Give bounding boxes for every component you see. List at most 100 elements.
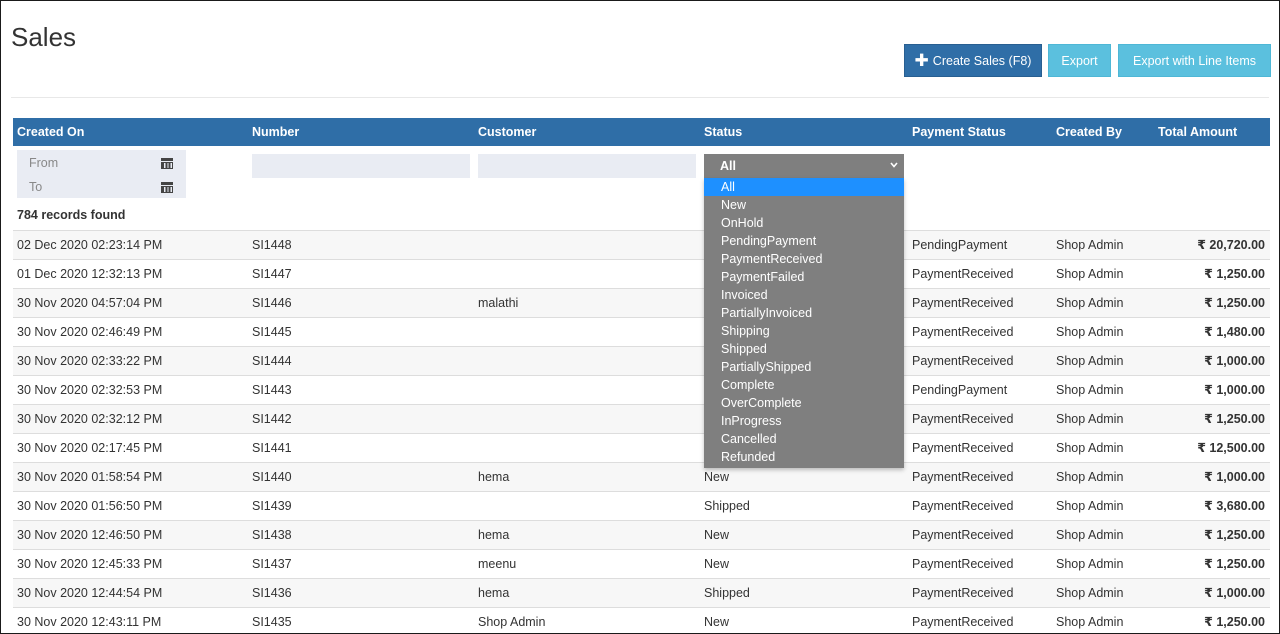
table-row[interactable]: 30 Nov 2020 02:17:45 PM SI1441 PaymentRece… — [13, 433, 1270, 462]
status-filter-select[interactable]: All — [704, 154, 904, 178]
cell-created-on: 30 Nov 2020 02:32:12 PM — [17, 412, 163, 426]
cell-number: SI1440 — [252, 470, 292, 484]
calendar-icon[interactable] — [161, 157, 173, 169]
cell-payment-status: PendingPayment — [912, 383, 1008, 397]
table-row[interactable]: 30 Nov 2020 02:32:12 PM SI1442 PaymentRece… — [13, 404, 1270, 433]
status-dropdown-list: All New OnHold PendingPayment PaymentReceive… — [704, 178, 904, 468]
cell-created-by: Shop Admin — [1056, 296, 1124, 310]
column-customer[interactable]: Customer — [478, 118, 536, 146]
from-date-input[interactable]: From — [29, 156, 58, 170]
cell-total-amount: ₹ 1,000.00 — [1204, 586, 1265, 600]
cell-number: SI1438 — [252, 528, 292, 542]
cell-total-amount: ₹ 1,000.00 — [1204, 354, 1265, 368]
column-number[interactable]: Number — [252, 118, 299, 146]
table-row[interactable]: 30 Nov 2020 02:46:49 PM SI1445 PaymentRece… — [13, 317, 1270, 346]
table-row[interactable]: 30 Nov 2020 12:46:50 PM SI1438 hema New Paym… — [13, 520, 1270, 549]
cell-created-on: 30 Nov 2020 01:56:50 PM — [17, 499, 163, 513]
cell-created-by: Shop Admin — [1056, 325, 1124, 339]
table-row[interactable]: 30 Nov 2020 02:33:22 PM SI1444 PaymentRece… — [13, 346, 1270, 375]
status-option[interactable]: New — [704, 196, 904, 214]
chevron-down-icon — [890, 162, 898, 168]
cell-created-on: 30 Nov 2020 02:17:45 PM — [17, 441, 163, 455]
cell-created-by: Shop Admin — [1056, 615, 1124, 629]
table-row[interactable]: 30 Nov 2020 12:44:54 PM SI1436 hema Shipped… — [13, 578, 1270, 607]
status-option[interactable]: OverComplete — [704, 394, 904, 412]
cell-created-on: 30 Nov 2020 02:32:53 PM — [17, 383, 163, 397]
cell-created-on: 02 Dec 2020 02:23:14 PM — [17, 238, 163, 252]
column-payment-status[interactable]: Payment Status — [912, 118, 1006, 146]
cell-customer: hema — [478, 528, 510, 542]
cell-created-by: Shop Admin — [1056, 557, 1124, 571]
status-option[interactable]: PartiallyShipped — [704, 358, 904, 376]
table-row[interactable]: 02 Dec 2020 02:23:14 PM SI1448 PendingPaym… — [13, 230, 1270, 259]
cell-status: New — [704, 615, 730, 629]
date-range-filter: From To — [17, 150, 186, 198]
cell-status: Shipped — [704, 499, 750, 513]
cell-total-amount: ₹ 1,250.00 — [1204, 557, 1265, 571]
header-divider — [11, 97, 1269, 98]
status-option[interactable]: Invoiced — [704, 286, 904, 304]
sales-page: Sales ✚ Create Sales (F8) Export Export … — [0, 0, 1280, 634]
status-option[interactable]: All — [704, 178, 904, 196]
cell-total-amount: ₹ 3,680.00 — [1204, 499, 1265, 513]
cell-number: SI1448 — [252, 238, 292, 252]
export-button[interactable]: Export — [1048, 44, 1111, 77]
cell-customer: Shop Admin — [478, 615, 546, 629]
status-selected-value: All — [720, 159, 736, 173]
table-row[interactable]: 01 Dec 2020 12:32:13 PM SI1447 PaymentRece… — [13, 259, 1270, 288]
create-sales-label: Create Sales (F8) — [932, 53, 1032, 68]
table-row[interactable]: 30 Nov 2020 02:32:53 PM SI1443 PendingPaym… — [13, 375, 1270, 404]
calendar-icon[interactable] — [161, 181, 173, 193]
cell-number: SI1447 — [252, 267, 292, 281]
cell-number: SI1442 — [252, 412, 292, 426]
column-status[interactable]: Status — [704, 118, 742, 146]
cell-status: New — [704, 528, 730, 542]
page-title: Sales — [11, 22, 77, 52]
cell-created-by: Shop Admin — [1056, 499, 1124, 513]
cell-created-by: Shop Admin — [1056, 528, 1124, 542]
status-option[interactable]: InProgress — [704, 412, 904, 430]
table-row[interactable]: 30 Nov 2020 01:56:50 PM SI1439 Shipped Paym… — [13, 491, 1270, 520]
status-option[interactable]: Complete — [704, 376, 904, 394]
status-option[interactable]: Shipped — [704, 340, 904, 358]
status-option[interactable]: PaymentReceived — [704, 250, 904, 268]
status-option[interactable]: PendingPayment — [704, 232, 904, 250]
column-created-on[interactable]: Created On — [17, 118, 84, 146]
table-row[interactable]: 30 Nov 2020 12:45:33 PM SI1437 meenu New Pay… — [13, 549, 1270, 578]
cell-payment-status: PaymentReceived — [912, 325, 1014, 339]
cell-total-amount: ₹ 20,720.00 — [1197, 238, 1265, 252]
status-option[interactable]: OnHold — [704, 214, 904, 232]
table-row[interactable]: 30 Nov 2020 12:43:11 PM SI1435 Shop Admin N… — [13, 607, 1270, 633]
status-option[interactable]: Cancelled — [704, 430, 904, 448]
number-filter-input[interactable] — [252, 154, 470, 178]
cell-created-by: Shop Admin — [1056, 354, 1124, 368]
customer-filter-input[interactable] — [478, 154, 696, 178]
status-option[interactable]: Shipping — [704, 322, 904, 340]
cell-status: New — [704, 557, 730, 571]
create-sales-button[interactable]: ✚ Create Sales (F8) — [904, 44, 1042, 77]
table-row[interactable]: 30 Nov 2020 04:57:04 PM SI1446 malathi Paym… — [13, 288, 1270, 317]
cell-created-on: 30 Nov 2020 12:44:54 PM — [17, 586, 163, 600]
cell-created-on: 30 Nov 2020 02:33:22 PM — [17, 354, 163, 368]
cell-total-amount: ₹ 1,250.00 — [1204, 412, 1265, 426]
cell-created-by: Shop Admin — [1056, 586, 1124, 600]
cell-created-on: 30 Nov 2020 12:43:11 PM — [17, 615, 162, 629]
to-date-input[interactable]: To — [29, 180, 42, 194]
cell-total-amount: ₹ 1,000.00 — [1204, 470, 1265, 484]
column-created-by[interactable]: Created By — [1056, 118, 1122, 146]
cell-total-amount: ₹ 1,480.00 — [1204, 325, 1265, 339]
cell-payment-status: PaymentReceived — [912, 470, 1014, 484]
cell-payment-status: PaymentReceived — [912, 441, 1014, 455]
table-row[interactable]: 30 Nov 2020 01:58:54 PM SI1440 hema New Paym… — [13, 462, 1270, 491]
status-option[interactable]: PartiallyInvoiced — [704, 304, 904, 322]
cell-created-on: 30 Nov 2020 02:46:49 PM — [17, 325, 163, 339]
column-total-amount[interactable]: Total Amount — [1158, 118, 1237, 146]
cell-total-amount: ₹ 1,250.00 — [1204, 296, 1265, 310]
records-count: 784 records found — [17, 208, 126, 222]
export-line-items-button[interactable]: Export with Line Items — [1118, 44, 1271, 77]
cell-total-amount: ₹ 1,250.00 — [1204, 267, 1265, 281]
status-option[interactable]: Refunded — [704, 448, 904, 466]
cell-created-on: 30 Nov 2020 01:58:54 PM — [17, 470, 163, 484]
table-body: 02 Dec 2020 02:23:14 PM SI1448 PendingPaym… — [13, 230, 1270, 633]
status-option[interactable]: PaymentFailed — [704, 268, 904, 286]
